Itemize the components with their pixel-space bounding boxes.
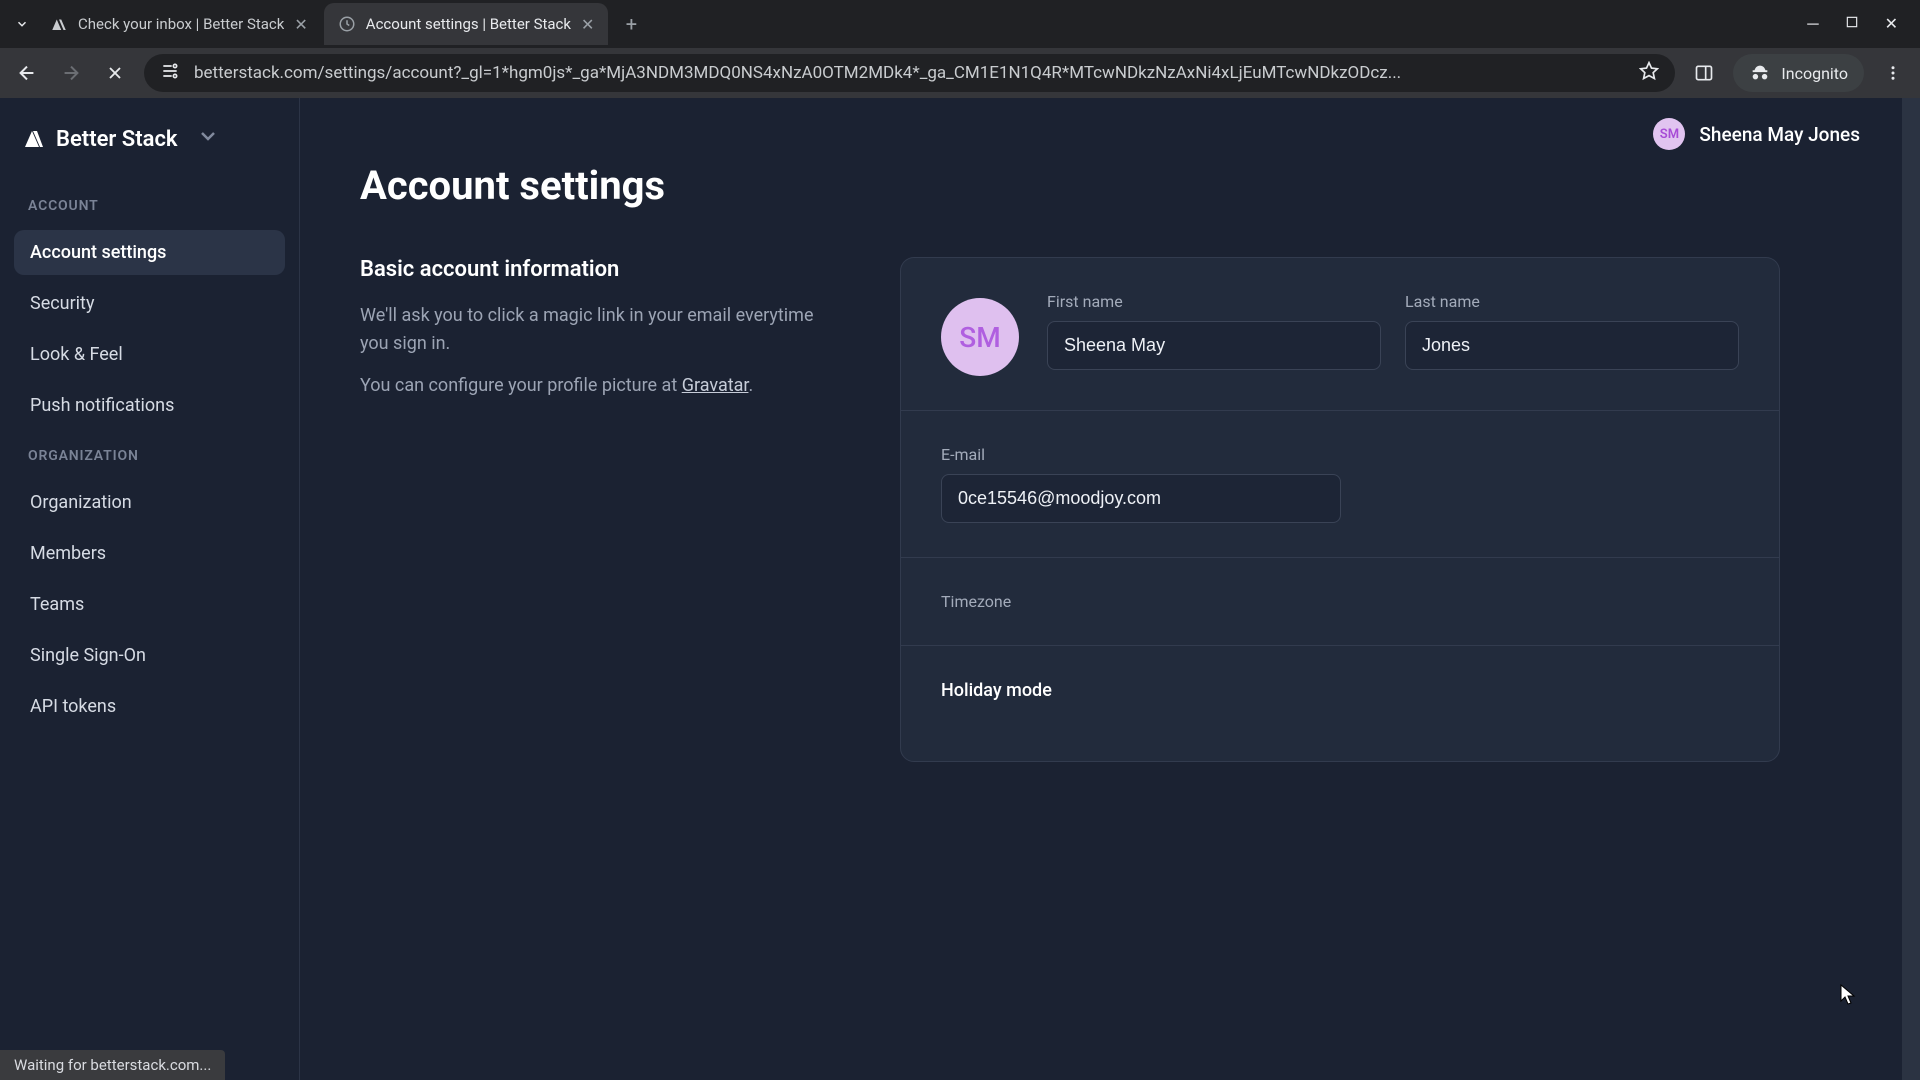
window-controls: ─ ✕ (1793, 14, 1912, 34)
address-bar[interactable]: betterstack.com/settings/account?_gl=1*h… (144, 54, 1675, 92)
sidebar-item-api-tokens[interactable]: API tokens (14, 684, 285, 729)
bookmark-icon[interactable] (1639, 61, 1659, 86)
tab-search-dropdown[interactable] (8, 10, 36, 38)
incognito-indicator[interactable]: Incognito (1733, 54, 1864, 92)
card-timezone: Timezone (900, 557, 1780, 645)
section-desc: We'll ask you to click a magic link in y… (360, 302, 840, 358)
holiday-mode-label: Holiday mode (941, 680, 1739, 701)
sidebar-item-members[interactable]: Members (14, 531, 285, 576)
incognito-label: Incognito (1781, 64, 1848, 83)
last-name-label: Last name (1405, 292, 1739, 311)
user-menu[interactable]: SM Sheena May Jones (1653, 118, 1860, 158)
browser-tab[interactable]: Account settings | Better Stack ✕ (324, 3, 609, 45)
first-name-input[interactable] (1047, 321, 1381, 370)
sidebar-item-sso[interactable]: Single Sign-On (14, 633, 285, 678)
timezone-label: Timezone (941, 592, 1739, 611)
menu-button[interactable] (1878, 58, 1908, 88)
sidebar-section-organization: ORGANIZATION (14, 434, 285, 474)
new-tab-button[interactable]: + (616, 9, 646, 39)
section-desc-gravatar: You can configure your profile picture a… (360, 372, 840, 400)
user-full-name: Sheena May Jones (1699, 123, 1860, 146)
browser-tab[interactable]: Check your inbox | Better Stack ✕ (36, 3, 322, 45)
card-holiday: Holiday mode (900, 645, 1780, 762)
sidebar: Better Stack ACCOUNT Account settings Se… (0, 98, 300, 1080)
scrollbar-thumb[interactable] (1904, 98, 1918, 658)
close-icon[interactable]: ✕ (1885, 14, 1898, 34)
brand-logo-icon (22, 127, 46, 151)
card-name-fields: SM First name Last name (900, 257, 1780, 410)
sidebar-item-organization[interactable]: Organization (14, 480, 285, 525)
favicon-icon (338, 15, 356, 33)
tab-title: Account settings | Better Stack (366, 15, 571, 33)
email-input[interactable] (941, 474, 1341, 523)
section-heading-basic-info: Basic account information (360, 257, 840, 282)
gravatar-link[interactable]: Gravatar (682, 375, 749, 396)
site-settings-icon[interactable] (160, 61, 180, 86)
sidebar-section-account: ACCOUNT (14, 184, 285, 224)
chevron-down-icon (196, 124, 220, 154)
sidebar-item-security[interactable]: Security (14, 281, 285, 326)
minimize-icon[interactable]: ─ (1807, 14, 1818, 34)
maximize-icon[interactable] (1845, 14, 1859, 34)
sidebar-item-look-feel[interactable]: Look & Feel (14, 332, 285, 377)
browser-tab-strip: Check your inbox | Better Stack ✕ Accoun… (0, 0, 1920, 48)
back-button[interactable] (12, 58, 42, 88)
stop-reload-button[interactable] (100, 58, 130, 88)
avatar-large: SM (941, 298, 1019, 376)
tab-title: Check your inbox | Better Stack (78, 15, 284, 33)
sidebar-item-account-settings[interactable]: Account settings (14, 230, 285, 275)
brand-switcher[interactable]: Better Stack (14, 120, 285, 178)
last-name-input[interactable] (1405, 321, 1739, 370)
close-icon[interactable]: ✕ (581, 15, 594, 34)
main-content: SM Sheena May Jones Account settings Bas… (300, 98, 1920, 1080)
side-panel-button[interactable] (1689, 58, 1719, 88)
email-label: E-mail (941, 445, 1341, 464)
favicon-icon (50, 15, 68, 33)
url-text: betterstack.com/settings/account?_gl=1*h… (194, 63, 1625, 83)
card-email: E-mail (900, 410, 1780, 557)
close-icon[interactable]: ✕ (294, 15, 307, 34)
forward-button[interactable] (56, 58, 86, 88)
browser-toolbar: betterstack.com/settings/account?_gl=1*h… (0, 48, 1920, 98)
brand-name: Better Stack (56, 127, 178, 152)
page-title: Account settings (360, 162, 1860, 209)
sidebar-item-push-notifications[interactable]: Push notifications (14, 383, 285, 428)
sidebar-item-teams[interactable]: Teams (14, 582, 285, 627)
status-bar: Waiting for betterstack.com... (0, 1050, 225, 1080)
first-name-label: First name (1047, 292, 1381, 311)
avatar: SM (1653, 118, 1685, 150)
